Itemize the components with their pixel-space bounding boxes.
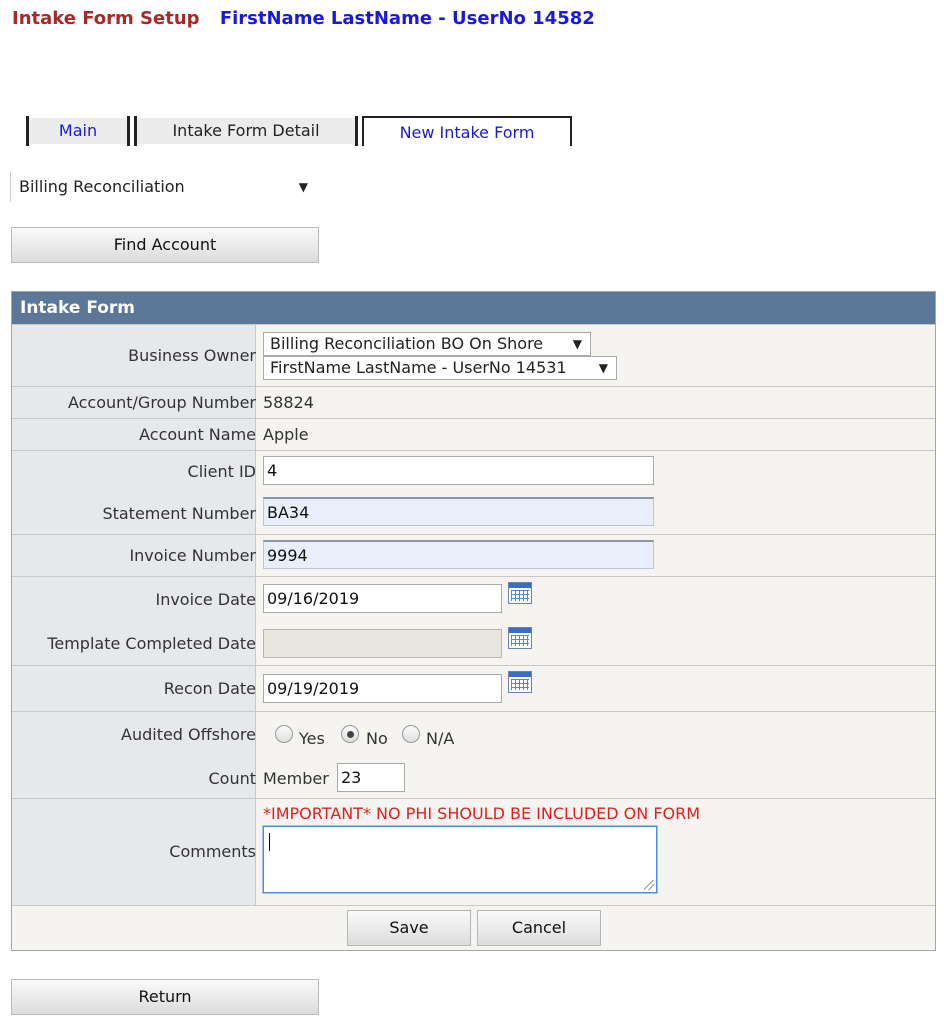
business-owner-row: Business Owner Billing Reconciliation BO…: [12, 324, 935, 386]
audited-offshore-na-label: N/A: [426, 729, 455, 748]
statement-number-label: Statement Number: [102, 504, 256, 523]
chevron-down-icon: ▼: [598, 361, 608, 375]
tab-intake-form-detail-label: Intake Form Detail: [172, 121, 320, 140]
tab-main[interactable]: Main: [26, 116, 130, 146]
comments-label: Comments: [169, 842, 256, 861]
account-name-value: Apple: [263, 425, 309, 444]
comments-textarea[interactable]: [263, 826, 657, 893]
save-button[interactable]: Save: [347, 910, 471, 946]
form-type-select[interactable]: Billing Reconciliation ▼: [10, 172, 318, 202]
tab-new-intake-form[interactable]: New Intake Form: [362, 116, 572, 146]
tab-main-label: Main: [58, 121, 98, 140]
account-group-number-row: Account/Group Number 58824: [12, 386, 935, 418]
chevron-down-icon: ▼: [572, 337, 582, 351]
invoice-number-row: Invoice Number 9994: [12, 534, 935, 576]
account-name-label: Account Name: [139, 425, 256, 444]
calendar-icon[interactable]: [508, 671, 532, 693]
cancel-button[interactable]: Cancel: [477, 910, 601, 946]
template-completed-date-label: Template Completed Date: [47, 634, 256, 653]
invoice-number-label: Invoice Number: [129, 546, 256, 565]
audited-offshore-no-radio[interactable]: [341, 725, 359, 743]
tab-new-intake-form-label: New Intake Form: [399, 123, 535, 142]
page-header: Intake Form Setup FirstName LastName - U…: [12, 8, 595, 29]
return-button[interactable]: Return: [11, 979, 319, 1015]
audited-offshore-no-label: No: [366, 729, 388, 748]
account-name-row: Account Name Apple: [12, 418, 935, 450]
business-owner-group-value: Billing Reconciliation BO On Shore: [270, 334, 544, 353]
calendar-icon[interactable]: [508, 627, 532, 649]
recon-date-input[interactable]: 09/19/2019: [263, 674, 502, 703]
dates-row: Invoice Date 09/16/2019 Template Complet…: [12, 576, 935, 665]
invoice-date-input[interactable]: 09/16/2019: [263, 584, 502, 613]
chevron-down-icon: ▼: [298, 180, 308, 194]
template-completed-date-input: [263, 629, 502, 658]
account-group-number-label: Account/Group Number: [67, 393, 256, 412]
count-member-label: Member: [263, 769, 329, 788]
recon-date-label: Recon Date: [163, 679, 256, 698]
client-id-label: Client ID: [187, 462, 256, 481]
phi-warning: *IMPORTANT* NO PHI SHOULD BE INCLUDED ON…: [263, 804, 701, 823]
calendar-icon[interactable]: [508, 582, 532, 604]
form-actions-row: Save Cancel: [12, 905, 935, 950]
business-owner-user-value: FirstName LastName - UserNo 14531: [270, 358, 567, 377]
audited-offshore-label: Audited Offshore: [121, 725, 256, 744]
comments-row: Comments *IMPORTANT* NO PHI SHOULD BE IN…: [12, 798, 935, 905]
text-caret: [269, 833, 270, 851]
business-owner-group-select[interactable]: Billing Reconciliation BO On Shore ▼: [263, 332, 591, 356]
intake-form-heading: Intake Form: [12, 292, 935, 324]
tab-intake-form-detail[interactable]: Intake Form Detail: [134, 116, 358, 146]
audited-offshore-yes-label: Yes: [299, 729, 325, 748]
invoice-date-label: Invoice Date: [155, 590, 256, 609]
resize-grip-icon[interactable]: [644, 880, 654, 890]
client-statement-row: Client ID 4 Statement Number BA34: [12, 450, 935, 534]
statement-number-input[interactable]: BA34: [263, 497, 654, 526]
page-title: Intake Form Setup: [12, 8, 200, 29]
account-group-number-value: 58824: [263, 393, 314, 412]
audited-offshore-na-radio[interactable]: [402, 725, 420, 743]
recon-date-row: Recon Date 09/19/2019: [12, 665, 935, 711]
business-owner-user-select[interactable]: FirstName LastName - UserNo 14531 ▼: [263, 356, 617, 380]
audit-count-row: Audited Offshore Yes No N/A Count Member…: [12, 711, 935, 798]
tab-bar: Main Intake Form Detail New Intake Form: [26, 116, 576, 146]
count-label: Count: [208, 769, 256, 788]
intake-form-panel: Intake Form Business Owner Billing Recon…: [11, 291, 936, 951]
count-member-input[interactable]: 23: [337, 763, 405, 792]
business-owner-label: Business Owner: [128, 346, 256, 365]
current-user: FirstName LastName - UserNo 14582: [219, 8, 595, 29]
find-account-button[interactable]: Find Account: [11, 227, 319, 263]
form-type-select-value: Billing Reconciliation: [19, 177, 185, 196]
client-id-input[interactable]: 4: [263, 456, 654, 485]
audited-offshore-yes-radio[interactable]: [275, 725, 293, 743]
invoice-number-input[interactable]: 9994: [263, 540, 654, 569]
